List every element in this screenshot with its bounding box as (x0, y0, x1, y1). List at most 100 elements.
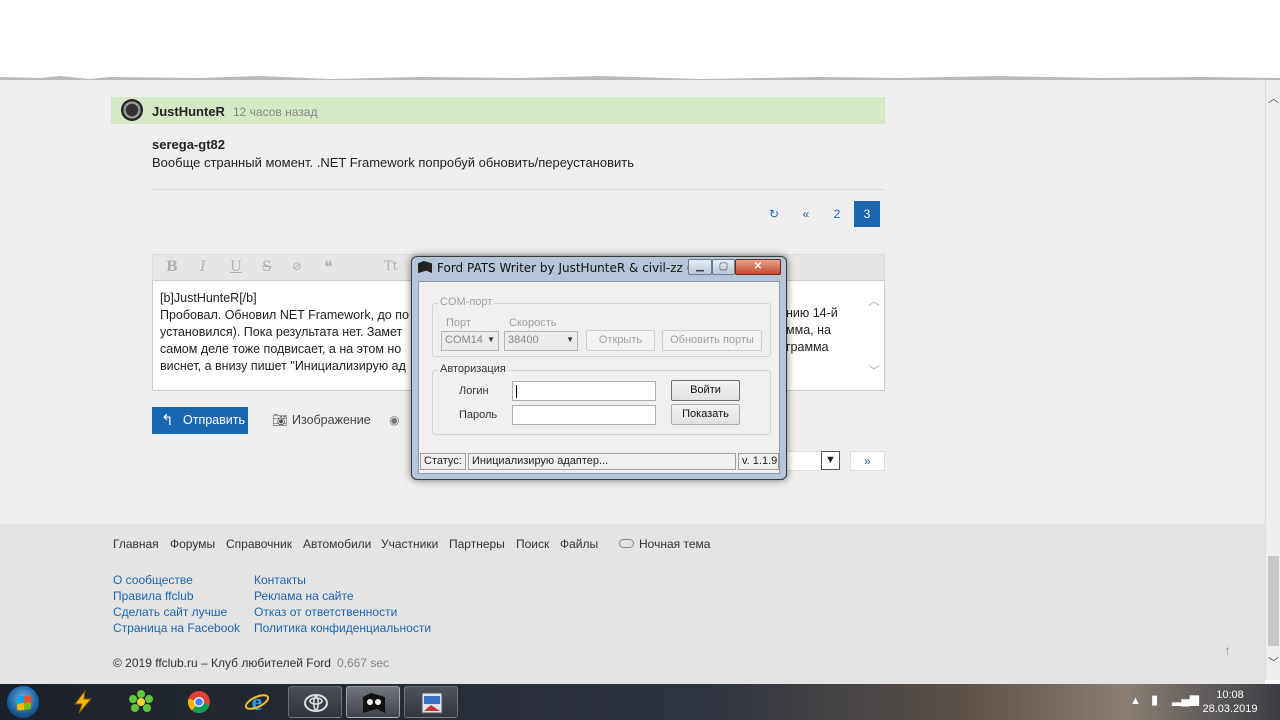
maximize-icon[interactable]: ▢ (712, 259, 735, 275)
back-to-top-icon[interactable]: ↑ (1224, 642, 1231, 658)
pats-writer-window: Ford PATS Writer by JustHunteR & civil-z… (411, 256, 787, 480)
pats-writer-icon (363, 693, 385, 713)
footer-link[interactable]: О сообществе (113, 573, 193, 587)
app-icon (421, 692, 443, 714)
footer-link[interactable]: Сделать сайт лучше (113, 605, 227, 619)
status-label: Статус: (420, 453, 466, 470)
select-box[interactable] (786, 451, 822, 471)
com-port-group-label: COM-порт (438, 296, 495, 308)
strikethrough-icon[interactable]: S (262, 259, 272, 275)
scroll-up-arrow-icon[interactable]: ︿ (1266, 90, 1280, 105)
footer-nav-forums[interactable]: Форумы (170, 537, 215, 551)
chrome-icon (187, 691, 210, 713)
image-button[interactable]: 📷︎ Изображение (272, 413, 371, 428)
port-select[interactable]: COM14 ▼ (441, 331, 499, 351)
footer-nav-cars[interactable]: Автомобили (303, 537, 371, 551)
page-scrollbar[interactable]: ︿ ﹀ (1265, 80, 1280, 680)
port-label: Порт (446, 317, 471, 329)
footer-link[interactable]: Правила ffclub (113, 589, 194, 603)
speed-label: Скорость (509, 317, 557, 329)
post-body: Вообще странный момент. .NET Framework п… (152, 155, 634, 170)
clock[interactable]: 10:08 28.03.2019 (1200, 688, 1260, 716)
night-theme-label[interactable]: Ночная тема (639, 537, 710, 551)
speed-select[interactable]: 38400 ▼ (504, 331, 578, 351)
next-button[interactable]: » (850, 451, 885, 471)
underline-icon[interactable]: U (230, 259, 242, 275)
italic-icon[interactable]: I (200, 259, 206, 275)
close-icon[interactable]: ✕ (735, 259, 781, 275)
avatar[interactable] (121, 99, 143, 121)
login-label: Логин (459, 385, 489, 397)
taskbar-chrome[interactable] (172, 686, 226, 718)
scrollbar-thumb[interactable] (1268, 556, 1279, 646)
taskbar-ie[interactable]: e (230, 686, 284, 718)
top-white-area (0, 0, 1280, 80)
password-label: Пароль (459, 409, 498, 421)
pager-page-2[interactable]: 2 (824, 201, 850, 227)
show-password-button[interactable]: Показать (671, 404, 740, 425)
login-input[interactable] (512, 381, 656, 401)
open-port-button[interactable]: Открыть (586, 330, 655, 351)
footer-link[interactable]: Реклама на сайте (254, 589, 354, 603)
quoted-user: serega-gt82 (152, 137, 225, 152)
footer-nav-files[interactable]: Файлы (560, 537, 598, 551)
quote-icon[interactable]: ❝ (324, 257, 333, 276)
pager-prev[interactable]: « (793, 201, 819, 227)
reply-icon: ↰ (161, 412, 174, 429)
send-button[interactable]: ↰ Отправить (152, 407, 248, 434)
version-label: v. 1.1.9 (738, 453, 779, 470)
text-caret (516, 385, 517, 398)
bold-icon[interactable]: B (166, 259, 178, 275)
app-logo-icon (418, 261, 432, 273)
editor-scroll-up-icon[interactable]: ︿ (868, 292, 880, 309)
footer-nav-members[interactable]: Участники (381, 537, 438, 551)
chevron-down-icon[interactable]: ▼ (821, 451, 840, 470)
pager-page-3[interactable]: 3 (854, 201, 880, 227)
taskbar-toyota[interactable] (288, 686, 342, 718)
dropdown-arrow-icon: ▼ (566, 335, 574, 344)
night-theme-toggle[interactable] (619, 539, 634, 548)
editor-text-right: нию 14-й мма, на грамма (786, 306, 838, 354)
taskbar-aimp[interactable] (56, 686, 110, 718)
icq-icon (129, 690, 153, 712)
footer-link[interactable]: Страница на Facebook (113, 621, 240, 635)
editor-scroll-down-icon[interactable]: ﹀ (868, 362, 880, 379)
svg-text:e: e (252, 690, 263, 714)
taskbar-pats-writer[interactable] (346, 686, 400, 718)
toyota-icon (304, 694, 328, 712)
window-title: Ford PATS Writer by JustHunteR & civil-z… (418, 261, 723, 279)
auth-group-label: Авторизация (438, 363, 508, 375)
copyright: © 2019 ffclub.ru – Клуб любителей Ford 0,… (113, 656, 389, 670)
password-input[interactable] (512, 405, 656, 425)
start-button[interactable] (6, 685, 40, 719)
status-text: Инициализирую адаптер... (468, 453, 736, 470)
divider (152, 189, 885, 190)
text-size-icon[interactable]: Tt (384, 259, 398, 274)
dropdown-arrow-icon: ▼ (487, 335, 495, 344)
power-icon[interactable]: ▮ (1151, 692, 1158, 708)
hide-icon[interactable]: ⊘ (292, 259, 302, 273)
footer-link[interactable]: Контакты (254, 573, 306, 587)
tray-expand-icon[interactable]: ▲ (1130, 695, 1141, 707)
clock-date: 28.03.2019 (1202, 703, 1258, 715)
footer-nav-reference[interactable]: Справочник (226, 537, 292, 551)
clock-time: 10:08 (1216, 689, 1244, 701)
taskbar: e ▲ ▮ ▂▄▆ (0, 684, 1280, 720)
preview-eye-icon[interactable]: ◉ (389, 413, 399, 427)
footer-nav-partners[interactable]: Партнеры (449, 537, 505, 551)
post-author[interactable]: JustHunteR (152, 104, 225, 119)
footer-nav-home[interactable]: Главная (113, 537, 159, 551)
login-button[interactable]: Войти (671, 380, 740, 401)
minimize-icon[interactable]: ▁ (688, 259, 712, 275)
taskbar-app[interactable] (404, 686, 458, 718)
scroll-down-arrow-icon[interactable]: ﹀ (1266, 654, 1280, 669)
refresh-icon[interactable]: ↻ (761, 201, 787, 227)
footer-nav-search[interactable]: Поиск (516, 537, 549, 551)
refresh-ports-button[interactable]: Обновить порты (662, 330, 762, 351)
signal-icon[interactable]: ▂▄▆ (1172, 692, 1199, 706)
footer-link[interactable]: Политика конфиденциальности (254, 621, 431, 635)
post-header (111, 97, 885, 124)
footer-link[interactable]: Отказ от ответственности (254, 605, 397, 619)
camera-icon: 📷︎ (272, 413, 288, 427)
taskbar-icq[interactable] (114, 686, 168, 718)
